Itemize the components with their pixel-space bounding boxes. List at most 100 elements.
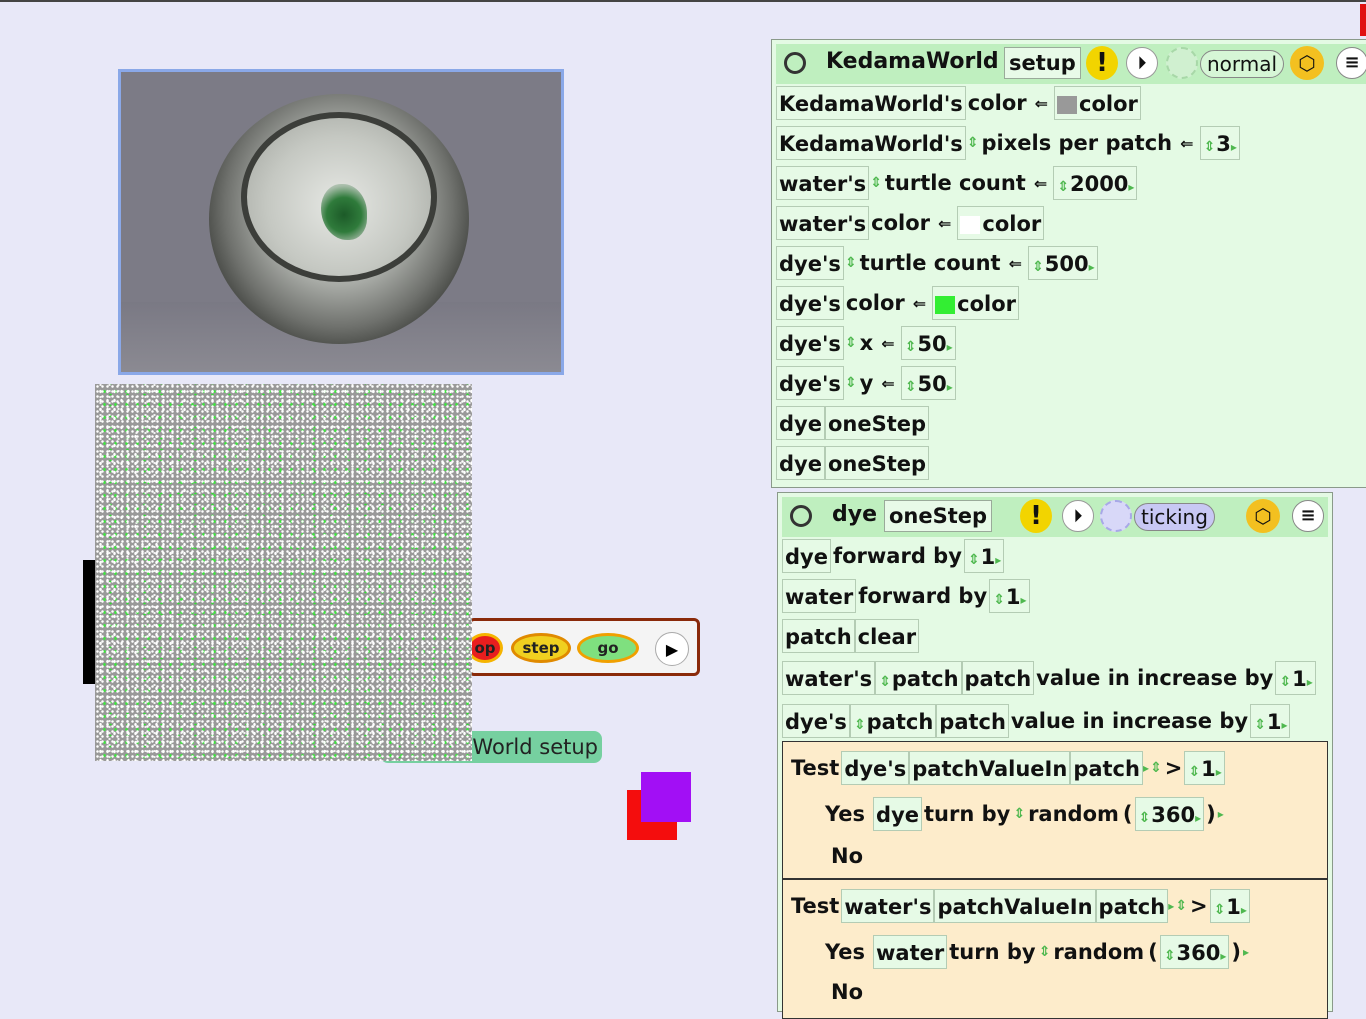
script-row[interactable]: patch clear [782,618,920,654]
row-property[interactable]: color [966,91,1029,115]
menu-icon[interactable]: ≡ [1336,47,1366,79]
color-swatch[interactable] [960,216,981,234]
up-down-arrows-icon[interactable]: ⇕ [967,135,979,151]
patch-tile[interactable]: ⇕patch [875,661,962,695]
script-row[interactable]: water's ⇕ turtle count ⇐ ⇕2000▸ [776,165,1138,201]
row-value[interactable]: 1 [981,545,996,569]
up-down-arrows-icon[interactable]: ⇕ [845,375,857,391]
script-row[interactable]: dye's ⇕ turtle count ⇐ ⇕500▸ [776,245,1098,281]
number-tile[interactable]: ⇕1▸ [1209,889,1250,923]
script-row[interactable]: dye's ⇕ y ⇐ ⇕50▸ [776,365,956,401]
number-tile[interactable]: ⇕2000▸ [1053,166,1138,200]
up-down-arrows-icon[interactable]: ⇕ [993,592,1005,608]
color-swatch[interactable] [1057,96,1078,114]
up-down-arrows-icon[interactable]: ⇕ [845,335,857,351]
random-function[interactable]: random [1051,940,1146,964]
purple-square[interactable] [641,772,691,822]
script-dye-onestep[interactable]: dye oneStep ! ⏵ ticking ⬡ ≡ dye forward … [777,492,1333,1019]
script-row[interactable]: dye's ⇕patch patch value in increase by … [782,703,1291,739]
dye-bowl-photo[interactable] [118,69,564,375]
row-property[interactable]: turtle count [858,251,1003,275]
up-down-arrows-icon[interactable]: ⇕ [1013,806,1025,822]
row-subject[interactable]: patch [782,619,855,653]
script-row[interactable]: water forward by ⇕1▸ [782,578,1030,614]
color-value-tile[interactable]: color [1054,86,1141,120]
row-value[interactable]: 1 [1267,710,1282,734]
menu-icon[interactable]: ≡ [1292,500,1324,532]
scriptor-badge-icon[interactable]: ⬡ [1290,46,1324,80]
row-param[interactable]: patch [961,661,1035,695]
row-subject[interactable]: water's [776,166,870,200]
script-row[interactable]: water's ⇕patch patch value in increase b… [782,660,1316,696]
color-value-tile[interactable]: color [932,286,1020,320]
row-value[interactable]: 3 [1216,132,1231,156]
row-param[interactable]: patch [1070,751,1143,785]
expand-triangle-icon[interactable]: ▸ [947,340,953,354]
number-tile[interactable]: ⇕1▸ [1250,704,1291,738]
row-value[interactable]: 50 [917,332,946,356]
expand-triangle-icon[interactable]: ▸ [1243,945,1249,959]
row-subject[interactable]: dye [782,539,831,573]
number-tile[interactable]: ⇕1▸ [989,579,1030,613]
test-block[interactable]: Test dye's patchValueIn patch ▸ ⇕ > ⇕1▸ … [782,741,1328,879]
expand-triangle-icon[interactable]: ▸ [1089,260,1095,274]
number-tile[interactable]: ⇕1▸ [1275,661,1316,695]
row-command[interactable]: forward by [856,584,989,608]
row-subject[interactable]: water [782,579,857,613]
test-block[interactable]: Test water's patchValueIn patch ▸ ⇕ > ⇕1… [782,879,1328,1019]
row-value[interactable]: 1 [1292,667,1307,691]
up-down-arrows-icon[interactable]: ⇕ [1057,179,1069,195]
getter-tile[interactable]: patchValueIn [909,751,1071,785]
up-down-arrows-icon[interactable]: ⇕ [1164,948,1176,964]
up-down-arrows-icon[interactable]: ⇕ [1039,944,1051,960]
row-subject[interactable]: water's [776,206,870,240]
script-row[interactable]: dye oneStep [776,405,930,441]
clock-icon[interactable] [1100,500,1132,532]
row-subject[interactable]: KedamaWorld's [776,86,966,120]
expand-triangle-icon[interactable]: ▸ [1231,140,1237,154]
row-param[interactable]: patch [936,704,1009,738]
row-command[interactable]: value in increase by [1009,709,1250,733]
row-property[interactable]: color [869,211,932,235]
expand-triangle-icon[interactable]: ▸ [1128,180,1134,194]
row-property[interactable]: color [844,291,907,315]
number-tile[interactable]: ⇕500▸ [1028,246,1098,280]
world-handle-bar[interactable] [83,560,95,684]
run-once-icon[interactable]: ! [1020,499,1052,533]
row-command[interactable]: forward by [831,544,964,568]
expand-triangle-icon[interactable]: ▸ [1168,899,1174,913]
script-row[interactable]: KedamaWorld's color ⇐ color [776,85,1141,121]
row-value[interactable]: 1 [1006,585,1021,609]
comparison-operator[interactable]: > [1188,894,1210,918]
row-subject[interactable]: dye's [776,326,844,360]
clock-icon[interactable] [1166,47,1198,79]
up-down-arrows-icon[interactable]: ⇕ [1150,760,1162,776]
up-down-arrows-icon[interactable]: ⇕ [1214,902,1226,918]
comparison-operator[interactable]: > [1163,756,1185,780]
expand-triangle-icon[interactable]: ▸ [1021,593,1027,607]
patch-tile[interactable]: ⇕patch [849,704,937,738]
row-subject[interactable]: water [873,935,948,969]
row-subject[interactable]: KedamaWorld's [776,126,966,160]
color-value-tile[interactable]: color [957,206,1045,240]
color-swatch[interactable] [935,296,956,314]
script-mode-selector[interactable]: normal [1200,50,1285,78]
row-subject[interactable]: dye's [776,286,844,320]
row-command[interactable]: oneStep [824,446,930,480]
row-subject[interactable]: dye [776,446,825,480]
row-property[interactable]: x [858,331,876,355]
script-name-field[interactable]: oneStep [884,500,993,532]
collapse-circle-icon[interactable] [790,505,812,527]
step-once-icon[interactable]: ⏵ [1062,500,1094,532]
number-tile[interactable]: ⇕1▸ [963,539,1005,573]
no-row[interactable]: No [829,974,865,1010]
test-condition-row[interactable]: Test dye's patchValueIn patch ▸ ⇕ > ⇕1▸ [789,750,1225,786]
script-row[interactable]: dye forward by ⇕1▸ [782,538,1005,574]
expand-triangle-icon[interactable]: ▸ [1241,903,1247,917]
row-command[interactable]: clear [854,619,920,653]
go-button[interactable]: go [577,633,639,663]
test-condition-row[interactable]: Test water's patchValueIn patch ▸ ⇕ > ⇕1… [789,888,1250,924]
up-down-arrows-icon[interactable]: ⇕ [905,379,917,395]
step-button[interactable]: step [511,633,571,663]
row-value[interactable]: 360 [1151,803,1195,827]
